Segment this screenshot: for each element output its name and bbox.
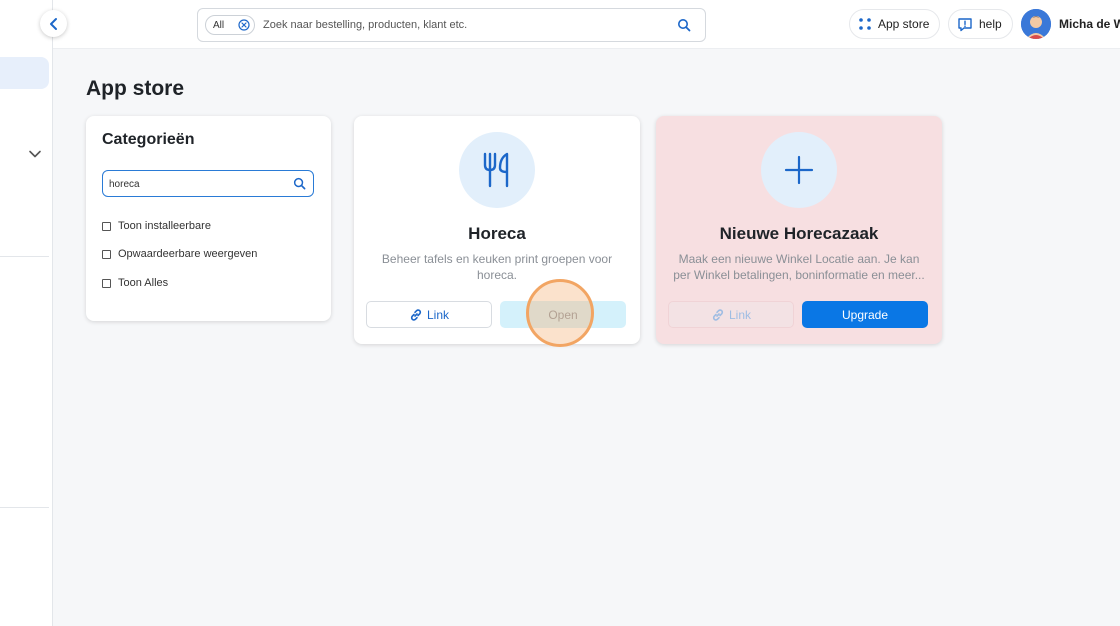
plus-icon [784, 155, 814, 185]
clear-scope-icon[interactable] [238, 19, 250, 31]
checkbox[interactable] [102, 221, 111, 231]
sidebar-divider [0, 507, 49, 508]
filter-show-all[interactable]: Toon Alles [102, 277, 168, 289]
chevron-left-icon [49, 17, 57, 30]
app-description: Maak een nieuwe Winkel Locatie aan. Je k… [673, 252, 925, 282]
link-label: Link [728, 307, 751, 322]
avatar [1021, 9, 1051, 39]
sidebar-divider [0, 256, 49, 257]
checkbox[interactable] [102, 278, 111, 288]
page-title: App store [86, 77, 185, 100]
chevron-down-icon[interactable] [27, 146, 43, 162]
filter-label: Opwaardeerbare weergeven [118, 248, 258, 260]
user-avatar-icon [1021, 9, 1051, 39]
search-scope-pill[interactable]: All [205, 15, 255, 35]
link-icon [712, 308, 724, 321]
fork-knife-icon [483, 152, 509, 188]
app-store-label: App store [878, 17, 930, 31]
user-menu[interactable]: Micha de Wa [1021, 9, 1120, 39]
upgrade-button[interactable]: Upgrade [802, 301, 928, 328]
open-button[interactable]: Open [500, 301, 626, 328]
help-button[interactable]: help [948, 9, 1013, 39]
category-search[interactable] [102, 170, 314, 197]
link-icon [410, 308, 422, 321]
app-icon [761, 132, 837, 208]
link-button-disabled[interactable]: Link [668, 301, 794, 328]
app-icon [459, 132, 535, 208]
filter-installable[interactable]: Toon installeerbare [102, 220, 211, 232]
app-title: Horeca [468, 224, 526, 243]
search-input[interactable]: Zoek naar bestelling, producten, klant e… [263, 19, 467, 31]
user-name: Micha de Wa [1059, 17, 1120, 31]
sidebar-item-active[interactable] [0, 57, 49, 89]
search-scope-label: All [213, 19, 225, 31]
sidebar [0, 0, 53, 626]
categories-title: Categorieën [102, 131, 195, 148]
sidebar-collapse-button[interactable] [40, 10, 67, 37]
app-description: Beheer tafels en keuken print groepen vo… [381, 252, 613, 282]
filter-label: Toon installeerbare [118, 220, 211, 232]
help-chat-icon [958, 17, 972, 31]
checkbox[interactable] [102, 249, 111, 259]
search-icon[interactable] [293, 177, 306, 190]
filter-label: Toon Alles [118, 277, 169, 289]
filter-upgradeable[interactable]: Opwaardeerbare weergeven [102, 248, 257, 260]
global-search[interactable]: All Zoek naar bestelling, producten, kla… [197, 8, 706, 42]
search-icon[interactable] [677, 18, 691, 32]
apps-grid-icon [859, 18, 871, 30]
category-search-input[interactable] [109, 176, 289, 192]
app-card-horeca: Horeca Beheer tafels en keuken print gro… [354, 116, 640, 344]
app-card-nieuwe-horecazaak: Nieuwe Horecazaak Maak een nieuwe Winkel… [656, 116, 942, 344]
link-label: Link [426, 307, 449, 322]
link-button[interactable]: Link [366, 301, 492, 328]
help-label: help [979, 17, 1002, 31]
app-store-button[interactable]: App store [849, 9, 941, 39]
app-title: Nieuwe Horecazaak [719, 224, 879, 243]
categories-panel: Categorieën Toon installeerbare Opwaarde… [86, 116, 331, 321]
